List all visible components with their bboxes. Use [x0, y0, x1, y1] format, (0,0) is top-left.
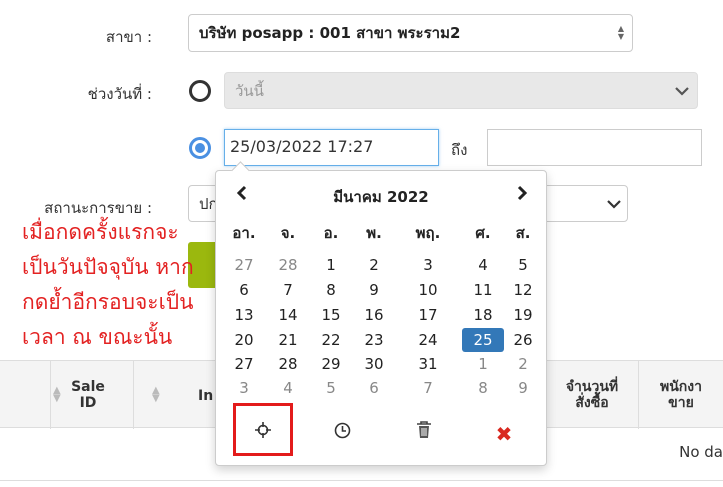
calendar-day[interactable]: 15 [309, 303, 353, 327]
to-label: ถึง [451, 141, 468, 159]
custom-range-radio[interactable] [189, 137, 211, 159]
weekday-header: ศ. [475, 224, 491, 242]
header-sale-id-label: Sale ID [71, 379, 105, 411]
branch-label: สาขา : [105, 28, 152, 46]
sort-icon[interactable]: ▲ ▼ [53, 386, 65, 404]
calendar-day[interactable]: 14 [266, 303, 310, 327]
calendar-day[interactable]: 8 [461, 376, 505, 400]
branch-select[interactable]: บริษัท posapp : 001 สาขา พระราม2 ▲ ▼ [188, 14, 633, 52]
calendar-day[interactable]: 18 [461, 303, 505, 327]
empty-table-text: No da [679, 443, 723, 461]
calendar-day[interactable]: 2 [501, 352, 545, 376]
highlight-box [233, 403, 293, 456]
header-order-qty[interactable]: จำนวนที่ สั่งซื้อ [552, 379, 632, 411]
preset-radio[interactable] [189, 80, 211, 102]
chevron-right-icon[interactable] [516, 185, 528, 206]
annotation-line: เป็นวันปัจจุบัน หาก [22, 255, 194, 279]
calendar-day[interactable]: 8 [309, 278, 353, 302]
annotation-text: เมื่อกดครั้งแรกจะ เป็นวันปัจจุบัน หาก กด… [22, 215, 194, 355]
calendar-day[interactable]: 31 [406, 352, 450, 376]
calendar-day[interactable]: 6 [222, 278, 266, 302]
calendar-day[interactable]: 21 [266, 328, 310, 352]
weekday-header: อ. [323, 224, 339, 242]
calendar-day[interactable]: 9 [352, 278, 396, 302]
calendar-day[interactable]: 4 [461, 253, 505, 277]
calendar-day[interactable]: 5 [309, 376, 353, 400]
calendar-day[interactable]: 28 [266, 253, 310, 277]
preset-select[interactable]: วันนี้ [224, 72, 698, 109]
calendar-day[interactable]: 7 [406, 376, 450, 400]
weekday-header: อา. [232, 224, 256, 242]
sort-icon[interactable]: ▲ ▼ [152, 386, 164, 404]
calendar-day[interactable]: 26 [501, 328, 545, 352]
weekday-header: ส. [515, 224, 531, 242]
calendar-day[interactable]: 7 [266, 278, 310, 302]
close-icon[interactable]: ✖ [484, 419, 524, 449]
calendar-day[interactable]: 23 [352, 328, 396, 352]
updown-icon: ▲ ▼ [617, 24, 624, 41]
month-title[interactable]: มีนาคม 2022 [216, 185, 546, 209]
calendar-day[interactable]: 1 [461, 352, 505, 376]
calendar-day[interactable]: 1 [309, 253, 353, 277]
calendar-day[interactable]: 29 [309, 352, 353, 376]
weekday-header: พ. [366, 224, 382, 242]
calendar-day[interactable]: 17 [406, 303, 450, 327]
trash-icon[interactable] [404, 419, 444, 449]
chevron-down-icon [675, 87, 689, 96]
calendar-day[interactable]: 25 [462, 328, 504, 352]
weekday-header: พฤ. [415, 224, 441, 242]
branch-select-value: บริษัท posapp : 001 สาขา พระราม2 [199, 24, 461, 42]
calendar-day[interactable]: 19 [501, 303, 545, 327]
clock-icon[interactable] [322, 419, 362, 449]
chevron-down-icon [607, 200, 621, 209]
calendar-day[interactable]: 30 [352, 352, 396, 376]
calendar-day[interactable]: 16 [352, 303, 396, 327]
annotation-line: เมื่อกดครั้งแรกจะ [22, 220, 179, 244]
calendar-day[interactable]: 28 [266, 352, 310, 376]
calendar-day[interactable]: 24 [406, 328, 450, 352]
header-order-qty-label: จำนวนที่ สั่งซื้อ [565, 379, 619, 411]
calendar-day[interactable]: 11 [461, 278, 505, 302]
calendar-day[interactable]: 3 [222, 376, 266, 400]
header-sale-id[interactable]: Sale ID [66, 379, 110, 411]
annotation-line: เวลา ณ ขณะนั้น [22, 325, 173, 349]
calendar-day[interactable]: 2 [352, 253, 396, 277]
annotation-line: กดย้ำอีกรอบจะเป็น [22, 290, 194, 314]
calendar-day[interactable]: 6 [352, 376, 396, 400]
preset-select-value: วันนี้ [235, 81, 264, 100]
calendar-day[interactable]: 4 [266, 376, 310, 400]
date-range-label: ช่วงวันที่ : [87, 85, 152, 103]
weekday-header: จ. [280, 224, 296, 242]
calendar-day[interactable]: 22 [309, 328, 353, 352]
calendar-day[interactable]: 5 [501, 253, 545, 277]
date-from-input[interactable]: 25/03/2022 17:27 [224, 129, 439, 166]
calendar-day[interactable]: 3 [406, 253, 450, 277]
calendar-day[interactable]: 27 [222, 253, 266, 277]
date-to-input[interactable] [487, 129, 702, 166]
calendar-day[interactable]: 9 [501, 376, 545, 400]
calendar-day[interactable]: 13 [222, 303, 266, 327]
calendar-day[interactable]: 27 [222, 352, 266, 376]
calendar-day[interactable]: 12 [501, 278, 545, 302]
calendar-day[interactable]: 10 [406, 278, 450, 302]
calendar-day[interactable]: 20 [222, 328, 266, 352]
header-sales-staff[interactable]: พนักงา ขาย [648, 379, 723, 411]
header-sales-staff-label: พนักงา ขาย [660, 379, 702, 411]
